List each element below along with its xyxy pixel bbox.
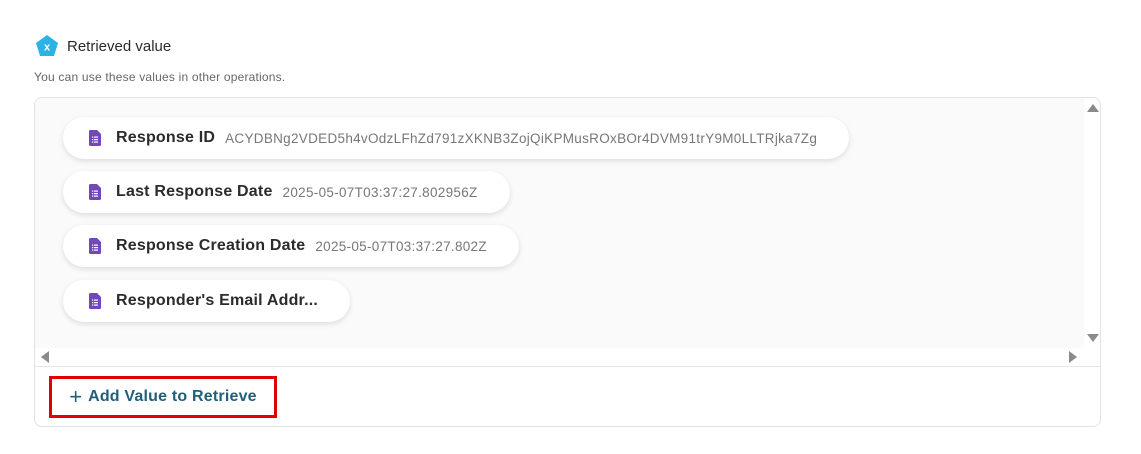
value-label: Response ID <box>116 129 216 146</box>
value-chip-responder-email[interactable]: Responder's Email Addr... <box>63 280 351 322</box>
scroll-right-arrow-icon[interactable] <box>1069 351 1077 363</box>
add-value-to-retrieve-button[interactable]: + Add Value to Retrieve <box>49 376 277 418</box>
value-label: Response Creation Date <box>116 237 306 254</box>
google-forms-doc-icon <box>89 130 101 146</box>
section-subtitle: You can use these values in other operat… <box>34 70 286 84</box>
retrieved-value-header: x Retrieved value <box>35 34 171 58</box>
value-text: 2025-05-07T03:37:27.802956Z <box>282 184 478 200</box>
svg-text:x: x <box>44 42 51 54</box>
section-title: Retrieved value <box>67 37 172 55</box>
plus-icon: + <box>69 384 83 409</box>
scroll-left-arrow-icon[interactable] <box>41 351 49 363</box>
google-forms-doc-icon <box>89 238 101 254</box>
scroll-up-arrow-icon[interactable] <box>1087 104 1099 112</box>
google-forms-doc-icon <box>89 293 101 309</box>
google-forms-doc-icon <box>89 184 101 200</box>
value-text: ACYDBNg2VDED5h4vOdzLFhZd791zXKNB3ZojQiKP… <box>225 130 818 146</box>
variable-x-icon: x <box>35 34 59 58</box>
values-list: Response ID ACYDBNg2VDED5h4vOdzLFhZd791z… <box>35 98 1084 348</box>
value-chip-last-response-date[interactable]: Last Response Date 2025-05-07T03:37:27.8… <box>63 171 510 213</box>
value-chip-response-creation-date[interactable]: Response Creation Date 2025-05-07T03:37:… <box>63 225 519 267</box>
vertical-scrollbar[interactable] <box>1084 98 1100 348</box>
value-label: Responder's Email Addr... <box>116 292 319 309</box>
horizontal-scrollbar[interactable] <box>35 348 1084 365</box>
value-text: 2025-05-07T03:37:27.802Z <box>315 238 487 254</box>
value-chip-response-id[interactable]: Response ID ACYDBNg2VDED5h4vOdzLFhZd791z… <box>63 117 850 159</box>
divider <box>35 366 1100 367</box>
add-value-button-label: Add Value to Retrieve <box>88 388 257 405</box>
value-label: Last Response Date <box>116 183 273 200</box>
scroll-down-arrow-icon[interactable] <box>1087 334 1099 342</box>
